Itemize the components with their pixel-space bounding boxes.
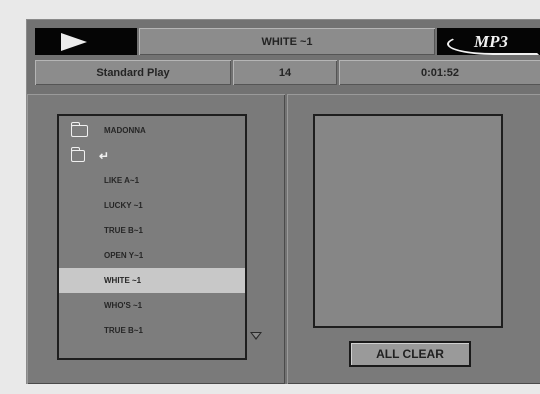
play-status xyxy=(35,28,137,55)
track-number: 14 xyxy=(233,60,337,85)
program-panel: ALL CLEAR xyxy=(287,94,540,384)
list-item-selected[interactable]: WHITE ~1 xyxy=(59,268,245,293)
track-title: WHITE ~1 xyxy=(139,28,435,55)
mp3-logo: MP3 xyxy=(437,28,540,55)
folder-icon xyxy=(71,121,88,137)
list-item-label: OPEN Y~1 xyxy=(104,251,144,260)
scroll-down-arrow-icon[interactable] xyxy=(250,332,262,340)
list-item[interactable]: OPEN Y~1 xyxy=(59,243,245,268)
list-item-label: TRUE B~1 xyxy=(104,326,143,335)
folder-row[interactable]: MADONNA xyxy=(59,118,245,143)
play-mode: Standard Play xyxy=(35,60,231,85)
list-item-label: TRUE B~1 xyxy=(104,226,143,235)
file-list[interactable]: MADONNA ↵ LIKE A~1 LUCKY ~1 TRUE B~1 OPE… xyxy=(57,114,247,360)
list-item-label: WHITE ~1 xyxy=(104,276,142,285)
list-item[interactable]: LIKE A~1 xyxy=(59,168,245,193)
folder-icon xyxy=(71,146,85,162)
list-item[interactable]: LUCKY ~1 xyxy=(59,193,245,218)
folder-name: MADONNA xyxy=(104,126,146,135)
list-item[interactable]: TRUE B~1 xyxy=(59,318,245,343)
return-icon: ↵ xyxy=(99,148,110,163)
elapsed-time: 0:01:52 xyxy=(339,60,540,85)
logo-text: MP3 xyxy=(474,31,508,51)
file-browser-panel: MADONNA ↵ LIKE A~1 LUCKY ~1 TRUE B~1 OPE… xyxy=(27,94,285,384)
all-clear-button[interactable]: ALL CLEAR xyxy=(349,341,471,367)
list-item[interactable]: WHO'S ~1 xyxy=(59,293,245,318)
list-item-label: WHO'S ~1 xyxy=(104,301,143,310)
player-frame: WHITE ~1 MP3 Standard Play 14 0:01:52 MA… xyxy=(26,19,540,384)
list-item-label: LIKE A~1 xyxy=(104,176,140,185)
list-item[interactable]: TRUE B~1 xyxy=(59,218,245,243)
program-list[interactable] xyxy=(313,114,503,328)
play-icon xyxy=(61,33,87,51)
parent-folder-row[interactable]: ↵ xyxy=(59,143,245,168)
list-item-label: LUCKY ~1 xyxy=(104,201,143,210)
